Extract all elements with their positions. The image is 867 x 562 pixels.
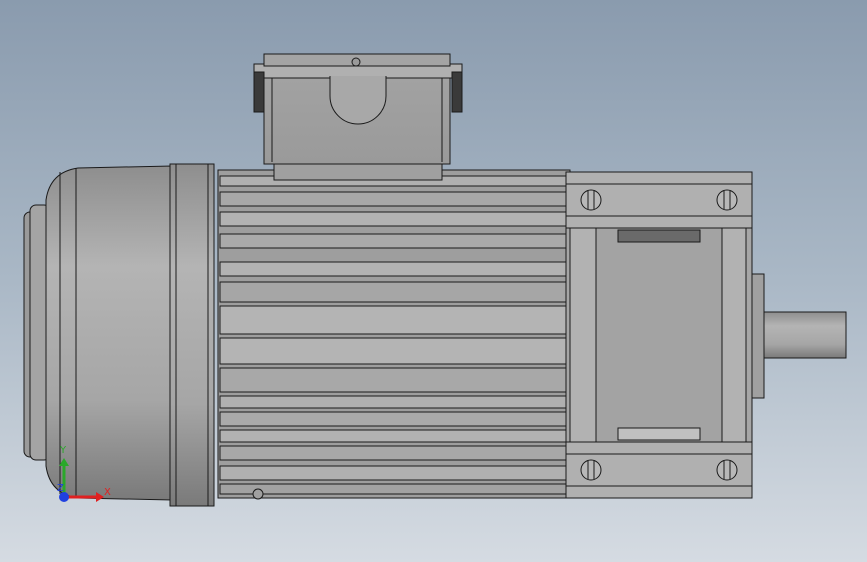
output-shaft xyxy=(751,273,847,399)
end-shield-ring xyxy=(169,163,215,507)
motor-model[interactable] xyxy=(0,0,867,562)
stator-housing xyxy=(217,169,571,500)
y-axis-label: Y xyxy=(60,445,67,456)
fan-cover xyxy=(23,165,173,501)
gear-housing xyxy=(565,171,753,499)
z-axis-label: Z xyxy=(57,483,64,494)
terminal-box xyxy=(253,53,463,181)
cad-viewport[interactable]: Y X Z xyxy=(0,0,867,562)
x-axis-label: X xyxy=(104,487,111,498)
